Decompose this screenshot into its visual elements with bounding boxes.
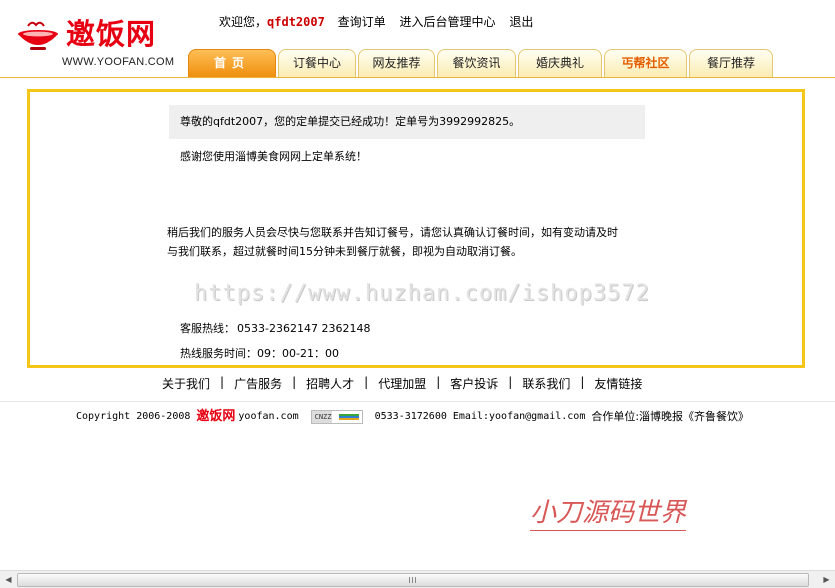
hours-label: 热线服务时间： <box>180 347 257 360</box>
tab-order-center[interactable]: 订餐中心 <box>278 49 356 77</box>
tab-food-news[interactable]: 餐饮资讯 <box>437 49 516 77</box>
footer-link-friends[interactable]: 友情链接 <box>594 375 642 392</box>
tab-home[interactable]: 首页 <box>188 49 276 77</box>
hotline-numbers: 0533-2362147 2362148 <box>237 322 371 335</box>
logout-link[interactable]: 退出 <box>509 15 533 29</box>
hours-value: 09：00-21：00 <box>257 347 339 360</box>
tab-restaurant-recommend[interactable]: 餐厅推荐 <box>689 49 773 77</box>
username: qfdt2007 <box>267 15 325 29</box>
admin-center-link[interactable]: 进入后台管理中心 <box>399 15 495 29</box>
footer-links: 关于我们 | 广告服务 | 招聘人才 | 代理加盟 | 客户投诉 | 联系我们 | 友情链接 <box>162 375 643 392</box>
grip-icon <box>409 577 417 583</box>
logo-text: 邀饭网 <box>66 17 157 51</box>
query-orders-link[interactable]: 查询订单 <box>338 15 386 29</box>
signature-watermark: 小刀源码世界 <box>530 492 687 531</box>
footer-domain: yoofan.com <box>238 411 299 422</box>
tab-community[interactable]: 丐帮社区 <box>604 49 687 77</box>
footer-link-contact[interactable]: 联系我们 <box>522 375 570 392</box>
bowl-icon <box>18 21 58 50</box>
order-success-message: 尊敬的qfdt2007，您的定单提交已经成功！定单号为3992992825。 <box>169 105 645 139</box>
footer-link-about[interactable]: 关于我们 <box>162 375 210 392</box>
welcome-text: 欢迎您，qfdt2007 <box>219 15 325 29</box>
footer-link-jobs[interactable]: 招聘人才 <box>306 375 354 392</box>
footer-link-complaints[interactable]: 客户投诉 <box>450 375 498 392</box>
scroll-right-icon[interactable]: ▶ <box>818 571 835 588</box>
cnzz-counter-icon[interactable]: CNZZ <box>310 410 363 424</box>
notice-line-1: 稍后我们的服务人员会尽快与您联系并告知订餐号，请您认真确认订餐时间，如有变动请及… <box>167 226 618 239</box>
footer-partner: 合作单位:淄博晚报《齐鲁餐饮》 <box>591 410 750 423</box>
watermark-url: https://www.huzhan.com/ishop3572 <box>194 281 650 306</box>
footer-brand: 邀饭网 <box>196 409 236 424</box>
order-result-box: 尊敬的qfdt2007，您的定单提交已经成功！定单号为3992992825。 感… <box>27 89 805 368</box>
tab-user-recommend[interactable]: 网友推荐 <box>358 49 435 77</box>
footer-link-ads[interactable]: 广告服务 <box>234 375 282 392</box>
hotline-label: 客服热线： <box>180 322 235 335</box>
user-bar: 欢迎您，qfdt2007 查询订单 进入后台管理中心 退出 <box>219 13 543 31</box>
copyright-text: Copyright 2006-2008 <box>76 411 191 422</box>
footer-contact: 0533-3172600 Email:yoofan@gmail.com <box>374 411 586 422</box>
copyright-bar: Copyright 2006-2008 邀饭网 yoofan.com CNZZ … <box>76 408 749 426</box>
service-hours: 热线服务时间：09：00-21：00 <box>180 345 339 361</box>
scroll-left-icon[interactable]: ◀ <box>0 571 17 588</box>
footer-link-franchise[interactable]: 代理加盟 <box>378 375 426 392</box>
logo-url: WWW.YOOFAN.COM <box>62 56 175 68</box>
order-notice: 稍后我们的服务人员会尽快与您联系并告知订餐号，请您认真确认订餐时间，如有变动请及… <box>167 223 667 261</box>
nav-divider <box>0 77 835 78</box>
site-logo[interactable]: 邀饭网 WWW.YOOFAN.COM <box>14 14 174 74</box>
tab-wedding[interactable]: 婚庆典礼 <box>518 49 602 77</box>
main-nav: 首页 订餐中心 网友推荐 餐饮资讯 婚庆典礼 丐帮社区 餐厅推荐 <box>188 49 775 78</box>
thanks-message: 感谢您使用淄博美食网网上定单系统！ <box>180 150 367 163</box>
footer-divider <box>0 401 835 402</box>
customer-hotline: 客服热线： 0533-2362147 2362148 <box>180 320 370 336</box>
scrollbar-thumb[interactable] <box>17 573 809 587</box>
notice-line-2: 与我们联系，超过就餐时间15分钟未到餐厅就餐，即视为自动取消订餐。 <box>167 245 522 258</box>
horizontal-scrollbar[interactable]: ◀ ▶ <box>0 570 835 588</box>
